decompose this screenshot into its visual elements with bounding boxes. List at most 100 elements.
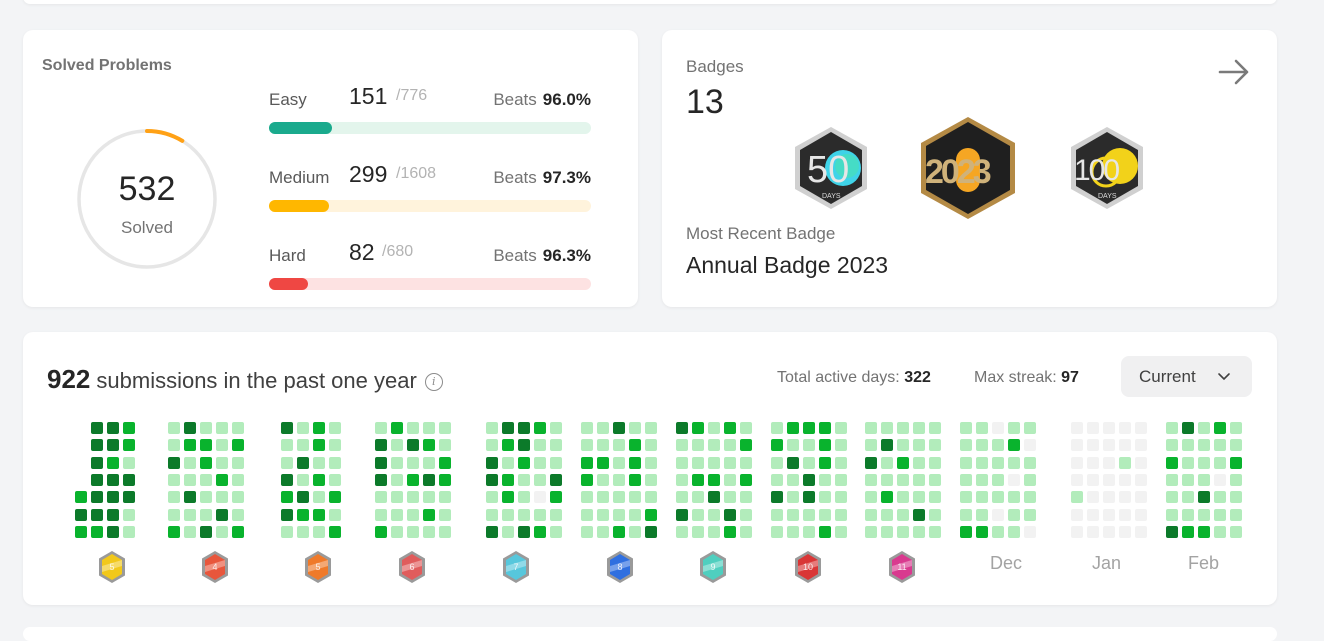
heatmap-day-cell[interactable]: [1087, 491, 1099, 504]
heatmap-day-cell[interactable]: [708, 491, 720, 504]
heatmap-day-cell[interactable]: [1230, 473, 1242, 486]
heatmap-day-cell[interactable]: [184, 422, 196, 434]
heatmap-day-cell[interactable]: [771, 525, 783, 538]
heatmap-day-cell[interactable]: [91, 473, 103, 486]
heatmap-day-cell[interactable]: [913, 473, 925, 486]
heatmap-day-cell[interactable]: [313, 508, 325, 521]
heatmap-day-cell[interactable]: [1087, 525, 1099, 538]
heatmap-day-cell[interactable]: [976, 491, 988, 504]
heatmap-day-cell[interactable]: [1087, 439, 1099, 452]
heatmap-day-cell[interactable]: [439, 508, 451, 521]
heatmap-day-cell[interactable]: [534, 422, 546, 434]
heatmap-day-cell[interactable]: [819, 422, 831, 434]
heatmap-day-cell[interactable]: [423, 491, 435, 504]
monthly-challenge-badge-icon[interactable]: 5: [303, 550, 333, 584]
heatmap-day-cell[interactable]: [629, 456, 641, 469]
monthly-challenge-badge-icon[interactable]: 4: [200, 550, 230, 584]
heatmap-day-cell[interactable]: [1024, 525, 1036, 538]
heatmap-day-cell[interactable]: [976, 422, 988, 434]
heatmap-day-cell[interactable]: [407, 422, 419, 434]
heatmap-day-cell[interactable]: [518, 473, 530, 486]
heatmap-day-cell[interactable]: [1071, 422, 1083, 434]
heatmap-day-cell[interactable]: [1135, 422, 1147, 434]
heatmap-day-cell[interactable]: [232, 525, 244, 538]
heatmap-day-cell[interactable]: [1103, 456, 1115, 469]
heatmap-day-cell[interactable]: [692, 525, 704, 538]
heatmap-day-cell[interactable]: [913, 491, 925, 504]
heatmap-day-cell[interactable]: [423, 508, 435, 521]
heatmap-day-cell[interactable]: [1198, 508, 1210, 521]
heatmap-day-cell[interactable]: [313, 473, 325, 486]
heatmap-day-cell[interactable]: [613, 525, 625, 538]
heatmap-day-cell[interactable]: [865, 473, 877, 486]
heatmap-day-cell[interactable]: [992, 491, 1004, 504]
heatmap-day-cell[interactable]: [676, 422, 688, 434]
heatmap-day-cell[interactable]: [1008, 439, 1020, 452]
heatmap-day-cell[interactable]: [518, 491, 530, 504]
heatmap-day-cell[interactable]: [1214, 473, 1226, 486]
heatmap-day-cell[interactable]: [692, 439, 704, 452]
heatmap-day-cell[interactable]: [200, 439, 212, 452]
heatmap-day-cell[interactable]: [1198, 456, 1210, 469]
heatmap-day-cell[interactable]: [407, 439, 419, 452]
heatmap-day-cell[interactable]: [107, 439, 119, 452]
heatmap-day-cell[interactable]: [1214, 422, 1226, 434]
heatmap-day-cell[interactable]: [534, 508, 546, 521]
heatmap-day-cell[interactable]: [597, 525, 609, 538]
heatmap-day-cell[interactable]: [216, 456, 228, 469]
heatmap-day-cell[interactable]: [232, 508, 244, 521]
heatmap-day-cell[interactable]: [297, 439, 309, 452]
heatmap-day-cell[interactable]: [1166, 508, 1178, 521]
heatmap-day-cell[interactable]: [581, 439, 593, 452]
heatmap-day-cell[interactable]: [992, 422, 1004, 434]
heatmap-day-cell[interactable]: [1166, 525, 1178, 538]
heatmap-day-cell[interactable]: [740, 508, 752, 521]
heatmap-day-cell[interactable]: [1119, 456, 1131, 469]
heatmap-day-cell[interactable]: [613, 508, 625, 521]
monthly-challenge-badge-icon[interactable]: 9: [698, 550, 728, 584]
heatmap-day-cell[interactable]: [1087, 456, 1099, 469]
heatmap-day-cell[interactable]: [881, 525, 893, 538]
heatmap-day-cell[interactable]: [613, 422, 625, 434]
heatmap-day-cell[interactable]: [502, 508, 514, 521]
heatmap-day-cell[interactable]: [992, 456, 1004, 469]
heatmap-day-cell[interactable]: [168, 422, 180, 434]
heatmap-day-cell[interactable]: [740, 473, 752, 486]
heatmap-day-cell[interactable]: [960, 473, 972, 486]
heatmap-day-cell[interactable]: [865, 525, 877, 538]
heatmap-day-cell[interactable]: [1024, 422, 1036, 434]
heatmap-day-cell[interactable]: [881, 456, 893, 469]
heatmap-day-cell[interactable]: [486, 456, 498, 469]
heatmap-day-cell[interactable]: [629, 439, 641, 452]
heatmap-day-cell[interactable]: [692, 491, 704, 504]
heatmap-day-cell[interactable]: [613, 456, 625, 469]
heatmap-day-cell[interactable]: [692, 508, 704, 521]
heatmap-day-cell[interactable]: [1024, 508, 1036, 521]
heatmap-day-cell[interactable]: [1230, 439, 1242, 452]
heatmap-day-cell[interactable]: [91, 422, 103, 434]
heatmap-day-cell[interactable]: [787, 508, 799, 521]
hundred-days-badge-icon[interactable]: 100 DAYS: [1066, 124, 1148, 212]
heatmap-day-cell[interactable]: [708, 439, 720, 452]
heatmap-day-cell[interactable]: [391, 439, 403, 452]
heatmap-day-cell[interactable]: [803, 439, 815, 452]
heatmap-day-cell[interactable]: [708, 422, 720, 434]
heatmap-day-cell[interactable]: [329, 439, 341, 452]
heatmap-day-cell[interactable]: [423, 473, 435, 486]
heatmap-day-cell[interactable]: [423, 422, 435, 434]
heatmap-day-cell[interactable]: [1119, 491, 1131, 504]
heatmap-day-cell[interactable]: [787, 439, 799, 452]
heatmap-day-cell[interactable]: [1008, 422, 1020, 434]
heatmap-day-cell[interactable]: [960, 525, 972, 538]
heatmap-day-cell[interactable]: [200, 491, 212, 504]
heatmap-day-cell[interactable]: [91, 525, 103, 538]
heatmap-day-cell[interactable]: [724, 439, 736, 452]
heatmap-day-cell[interactable]: [1135, 508, 1147, 521]
heatmap-day-cell[interactable]: [518, 508, 530, 521]
heatmap-day-cell[interactable]: [216, 525, 228, 538]
heatmap-day-cell[interactable]: [407, 456, 419, 469]
heatmap-day-cell[interactable]: [502, 456, 514, 469]
heatmap-day-cell[interactable]: [724, 473, 736, 486]
heatmap-day-cell[interactable]: [1119, 508, 1131, 521]
heatmap-day-cell[interactable]: [281, 422, 293, 434]
